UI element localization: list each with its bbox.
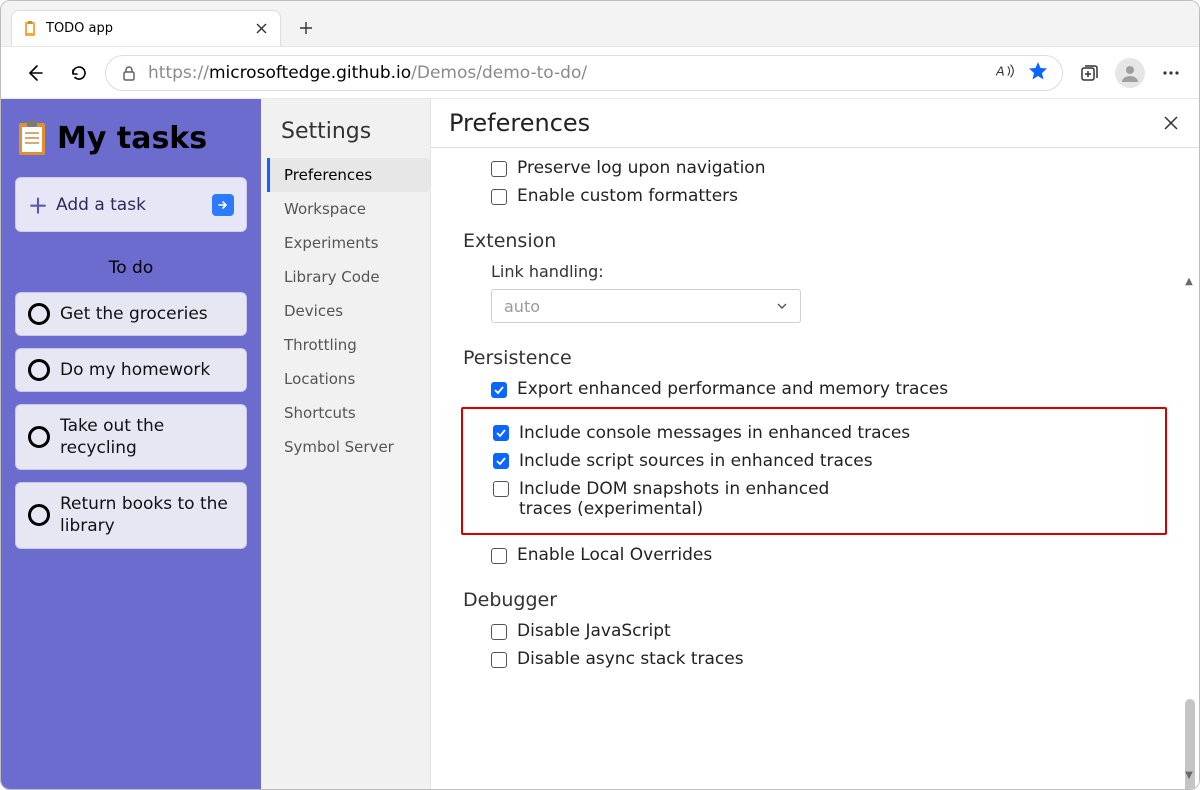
pref-label: Preserve log upon navigation [517, 158, 765, 178]
pref-label: Include script sources in enhanced trace… [519, 451, 873, 471]
collections-button[interactable] [1071, 55, 1107, 91]
todo-item[interactable]: Do my homework [15, 348, 247, 392]
checkbox-icon[interactable] [491, 189, 507, 205]
lock-icon [120, 64, 138, 82]
tab-strip: TODO app [1, 1, 1199, 47]
todo-checkbox[interactable] [28, 504, 50, 526]
scroll-arrow-up-icon[interactable]: ▲ [1183, 275, 1195, 287]
pref-label: Include console messages in enhanced tra… [519, 423, 910, 443]
settings-nav-library-code[interactable]: Library Code [267, 260, 430, 294]
pref-include-dom[interactable]: Include DOM snapshots in enhanced traces… [469, 479, 1159, 519]
add-task-input[interactable]: ＋ Add a task [15, 177, 247, 232]
pref-include-console[interactable]: Include console messages in enhanced tra… [469, 423, 1159, 443]
pref-label: Export enhanced performance and memory t… [517, 379, 948, 399]
pref-label: Include DOM snapshots in enhanced traces… [519, 479, 859, 519]
checkbox-icon[interactable] [491, 548, 507, 564]
settings-nav-symbol-server[interactable]: Symbol Server [267, 430, 430, 464]
browser-window: TODO app https://microsoftedge.github.io… [0, 0, 1200, 790]
pref-include-script[interactable]: Include script sources in enhanced trace… [469, 451, 1159, 471]
settings-nav-locations[interactable]: Locations [267, 362, 430, 396]
new-tab-button[interactable] [291, 13, 321, 43]
page-content: My tasks ＋ Add a task To do Get the groc… [1, 99, 1199, 789]
clipboard-icon [17, 119, 47, 157]
section-debugger: Debugger [463, 589, 1167, 611]
todo-section-title: To do [15, 258, 247, 278]
todo-item[interactable]: Take out the recycling [15, 404, 247, 470]
back-button[interactable] [17, 55, 53, 91]
svg-text:A: A [996, 63, 1005, 78]
todo-item-text: Take out the recycling [60, 415, 234, 459]
checkbox-icon[interactable] [491, 382, 507, 398]
favorite-star-icon[interactable] [1028, 61, 1048, 85]
plus-icon: ＋ [28, 190, 48, 219]
more-menu-button[interactable] [1153, 55, 1189, 91]
section-persistence: Persistence [463, 347, 1167, 369]
preferences-close-button[interactable] [1161, 113, 1181, 133]
scroll-arrow-down-icon[interactable]: ▼ [1183, 769, 1195, 781]
tab-favicon-icon [22, 21, 38, 37]
preferences-panel: Preferences Preserve log upon navigation… [431, 99, 1199, 789]
add-task-submit-button[interactable] [212, 194, 234, 216]
settings-nav-throttling[interactable]: Throttling [267, 328, 430, 362]
pref-label: Disable async stack traces [517, 649, 744, 669]
pref-custom-formatters[interactable]: Enable custom formatters [463, 186, 1167, 206]
address-bar[interactable]: https://microsoftedge.github.io/Demos/de… [105, 55, 1063, 91]
pref-disable-js[interactable]: Disable JavaScript [463, 621, 1167, 641]
checkbox-icon[interactable] [493, 453, 509, 469]
add-task-placeholder: Add a task [56, 195, 204, 215]
pref-preserve-log[interactable]: Preserve log upon navigation [463, 158, 1167, 178]
pref-label: Enable custom formatters [517, 186, 738, 206]
todo-item[interactable]: Get the groceries [15, 292, 247, 336]
checkbox-icon[interactable] [493, 481, 509, 497]
select-value: auto [504, 297, 540, 316]
devtools-panel: Settings Preferences Workspace Experimen… [261, 99, 1199, 789]
checkbox-icon[interactable] [491, 652, 507, 668]
todo-item-text: Return books to the library [60, 493, 234, 537]
todo-header: My tasks [17, 119, 247, 157]
section-extension: Extension [463, 230, 1167, 252]
pref-label: Disable JavaScript [517, 621, 671, 641]
preferences-title: Preferences [449, 109, 590, 137]
settings-nav-preferences[interactable]: Preferences [267, 158, 430, 192]
link-handling-select[interactable]: auto [491, 289, 801, 323]
checkbox-icon[interactable] [493, 425, 509, 441]
todo-title: My tasks [57, 121, 207, 156]
tab-close-button[interactable] [252, 20, 270, 38]
pref-export-traces[interactable]: Export enhanced performance and memory t… [463, 379, 1167, 399]
todo-checkbox[interactable] [28, 303, 50, 325]
url-text: https://microsoftedge.github.io/Demos/de… [148, 63, 587, 83]
settings-nav: Settings Preferences Workspace Experimen… [261, 99, 431, 789]
checkbox-icon[interactable] [491, 624, 507, 640]
settings-nav-devices[interactable]: Devices [267, 294, 430, 328]
settings-nav-experiments[interactable]: Experiments [267, 226, 430, 260]
browser-tab[interactable]: TODO app [11, 10, 281, 46]
highlighted-prefs: Include console messages in enhanced tra… [461, 407, 1167, 535]
todo-item[interactable]: Return books to the library [15, 482, 247, 548]
label-link-handling: Link handling: [463, 262, 1167, 281]
settings-nav-workspace[interactable]: Workspace [267, 192, 430, 226]
settings-title: Settings [267, 113, 430, 158]
todo-item-text: Get the groceries [60, 303, 208, 325]
profile-avatar-button[interactable] [1115, 58, 1145, 88]
pref-label: Enable Local Overrides [517, 545, 712, 565]
todo-checkbox[interactable] [28, 359, 50, 381]
tab-title: TODO app [46, 21, 252, 36]
settings-nav-shortcuts[interactable]: Shortcuts [267, 396, 430, 430]
todo-item-text: Do my homework [60, 359, 210, 381]
pref-local-overrides[interactable]: Enable Local Overrides [463, 545, 1167, 565]
browser-toolbar: https://microsoftedge.github.io/Demos/de… [1, 47, 1199, 99]
todo-sidebar: My tasks ＋ Add a task To do Get the groc… [1, 99, 261, 789]
checkbox-icon[interactable] [491, 161, 507, 177]
refresh-button[interactable] [61, 55, 97, 91]
preferences-scroll-area[interactable]: Preserve log upon navigation Enable cust… [431, 148, 1199, 789]
pref-disable-async[interactable]: Disable async stack traces [463, 649, 1167, 669]
chevron-down-icon [776, 297, 788, 316]
todo-checkbox[interactable] [28, 426, 50, 448]
read-aloud-icon[interactable]: A [996, 62, 1016, 84]
